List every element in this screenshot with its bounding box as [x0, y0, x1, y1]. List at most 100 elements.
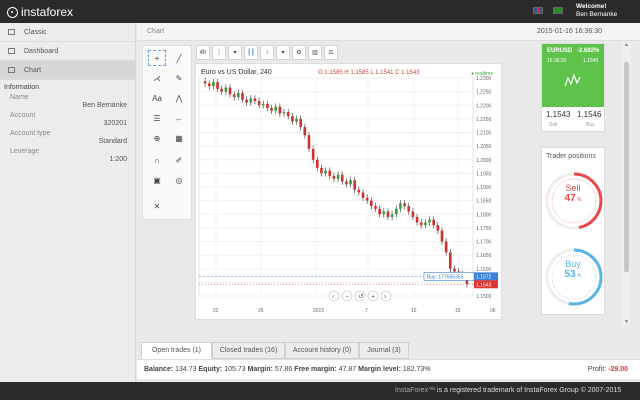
candle-body: [245, 99, 248, 103]
free-margin-label: Free margin:: [294, 366, 337, 373]
realtime-badge: ● realtime: [471, 71, 494, 77]
compare-icon[interactable]: ⚖: [324, 45, 338, 60]
footer-text: InstaForex™ is a registered trademark of…: [395, 387, 621, 394]
candle-body: [415, 216, 419, 223]
candle-body: [237, 92, 240, 98]
candle-body: [374, 206, 377, 209]
uk-flag-icon[interactable]: [533, 7, 543, 14]
candle-body: [403, 203, 406, 207]
sell-price[interactable]: 1.1543: [546, 110, 570, 119]
trend-line-tool-icon[interactable]: ╱: [170, 50, 188, 66]
user-name: Ben Bernanke: [576, 11, 618, 18]
candle-body: [299, 118, 302, 128]
y-tick-label: 1.1900: [476, 185, 492, 191]
y-tick-label: 1.2050: [476, 144, 492, 150]
scroll-down-icon[interactable]: ▼: [622, 319, 631, 327]
settings-icon[interactable]: ⚙: [292, 45, 306, 60]
buy-price[interactable]: 1.1546: [577, 110, 601, 119]
price-chart[interactable]: 1.2300 1.2250 1.2200 1.2150 1.2100 1.2050 1.20…: [195, 63, 502, 320]
buy-gauge-label: Buy: [565, 259, 581, 269]
y-tick-label: 1.2000: [476, 158, 492, 164]
tab-open-trades[interactable]: Open trades (1): [141, 342, 212, 359]
page-scrollbar[interactable]: ▲ ▼: [622, 42, 631, 327]
candles-icon[interactable]: ┃┃: [244, 45, 258, 60]
magnet-tool-icon[interactable]: ∩: [148, 152, 166, 168]
lock-tool-icon[interactable]: ▣: [148, 172, 166, 188]
quote-change: -2.682%: [577, 48, 600, 54]
candle-body: [274, 106, 278, 111]
measure-tool-icon[interactable]: ▦: [170, 130, 188, 146]
right-panel: EURUSD -2.682% 16:36:20 1.1545 1.1543 1.…: [538, 40, 608, 315]
y-tick-label: 1.2250: [476, 90, 492, 96]
text-tool-icon[interactable]: Aa: [148, 90, 166, 106]
realtime-label: realtime: [475, 71, 494, 77]
profit-label: Profit:: [587, 366, 607, 373]
logo[interactable]: instaforex: [7, 5, 73, 19]
sidebar-item-classic[interactable]: Classic: [0, 23, 135, 42]
crosshair-tool-icon[interactable]: +: [148, 50, 166, 66]
info-label: Name: [10, 94, 29, 101]
candle-body: [266, 103, 269, 108]
account-summary: Balance: 134.73 Equity: 105.73 Margin: 5…: [137, 359, 640, 379]
candle-body: [399, 203, 402, 209]
y-tick-label: 1.1500: [476, 294, 492, 300]
candle-body: [361, 192, 365, 198]
footer-copyright: is a registered trademark of InstaForex …: [437, 387, 622, 394]
balance-value: 134.73: [175, 366, 197, 373]
candle-body: [444, 241, 448, 253]
fib-tool-icon[interactable]: ☰: [148, 110, 166, 126]
information-heading: Information: [4, 84, 40, 91]
logo-icon: [7, 6, 18, 18]
bars-icon[interactable]: ↕: [260, 45, 274, 60]
sidebar-item-label: Dashboard: [24, 47, 59, 55]
remove-tools-icon[interactable]: ✕: [148, 198, 166, 214]
pencil-tool-icon[interactable]: ✐: [170, 152, 188, 168]
pattern-tool-icon[interactable]: ⋀: [170, 90, 188, 106]
menu-icon[interactable]: ⋮: [212, 45, 226, 60]
logo-text: instaforex: [21, 5, 74, 19]
arrow-tool-icon[interactable]: ←: [170, 110, 188, 126]
candle-body: [224, 87, 228, 92]
tab-journal[interactable]: Journal (3): [359, 342, 409, 359]
page-title: Chart: [147, 28, 165, 35]
candle-body: [207, 83, 211, 87]
timeframe-select[interactable]: 4h: [196, 45, 210, 60]
tab-account-history[interactable]: Account history (0): [285, 342, 359, 359]
sidebar-item-dashboard[interactable]: Dashboard: [0, 42, 135, 61]
chart-nav-icon: −: [345, 294, 349, 301]
classic-icon: [8, 29, 15, 35]
indicators-icon[interactable]: ▥: [308, 45, 322, 60]
buy-tag-label: Buy: 177565363: [427, 274, 464, 280]
footer-brand: InstaForex™: [395, 387, 436, 394]
candle-body: [357, 189, 361, 193]
chevron-down-icon[interactable]: ▾: [228, 45, 242, 60]
x-tick-label: 7: [365, 308, 368, 314]
chart-canvas[interactable]: 1.23001.22501.22001.21501.21001.20501.20…: [196, 64, 503, 321]
pitchfork-tool-icon[interactable]: ⋌: [148, 70, 166, 86]
quote-time: 16:36:20: [547, 58, 567, 64]
server-clock: 2015-01-16 16:36:30: [537, 28, 602, 35]
candle-body: [353, 180, 357, 190]
candle-body: [291, 116, 294, 122]
quote-card[interactable]: EURUSD -2.682% 16:36:20 1.1545 1.1543 1.…: [541, 43, 605, 132]
brush-tool-icon[interactable]: ✎: [170, 70, 188, 86]
info-value: 1:200: [109, 156, 127, 163]
candle-body: [303, 127, 307, 136]
chevron-down-icon[interactable]: ▾: [276, 45, 290, 60]
x-tick-label: 06: [490, 308, 496, 314]
scroll-thumb[interactable]: [624, 62, 629, 272]
info-value: Standard: [98, 138, 127, 145]
ohlc-readout: O 1.1585 H 1.1585 L 1.1541 C 1.1543: [318, 70, 420, 76]
candle-body: [216, 82, 219, 89]
footer: InstaForex™ is a registered trademark of…: [0, 382, 640, 400]
candle-body: [340, 174, 344, 182]
content-header: Chart 2015-01-16 16:36:30: [137, 23, 640, 41]
scroll-up-icon[interactable]: ▲: [622, 42, 631, 50]
tab-closed-trades[interactable]: Closed trades (16): [212, 342, 285, 359]
mx-flag-icon[interactable]: [553, 7, 563, 14]
sidebar-item-chart[interactable]: Chart: [0, 61, 135, 80]
hide-tool-icon[interactable]: ◎: [170, 172, 188, 188]
zoom-tool-icon[interactable]: ⊕: [148, 130, 166, 146]
welcome-block[interactable]: Welcome! Ben Bernanke: [576, 3, 617, 19]
sell-gauge-label: Sell: [565, 183, 581, 193]
